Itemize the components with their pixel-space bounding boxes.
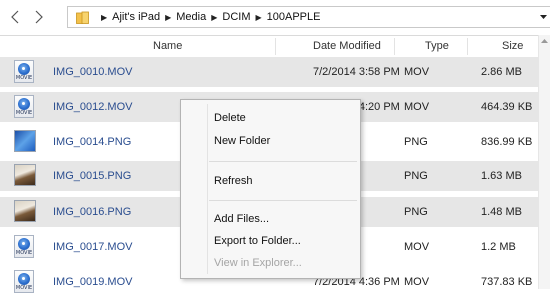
column-divider[interactable] xyxy=(394,38,395,55)
forward-button[interactable] xyxy=(30,8,48,26)
column-header: Name Date Modified Type Size xyxy=(0,35,538,58)
file-type: PNG xyxy=(404,170,428,182)
file-size: 464.39 KB xyxy=(481,101,533,113)
menu-gutter xyxy=(207,104,208,274)
toolbar: ▶ Ajit's iPad ▶ Media ▶ DCIM ▶ 100APPLE xyxy=(0,0,550,34)
menu-item-view-in-explorer: View in Explorer... xyxy=(214,257,302,269)
movie-file-icon: MOVIE xyxy=(14,60,36,84)
breadcrumb-item[interactable]: DCIM xyxy=(222,11,250,23)
context-menu: Delete New Folder Refresh Add Files... E… xyxy=(180,99,361,279)
menu-item-add-files[interactable]: Add Files... xyxy=(214,210,354,228)
scroll-up-icon[interactable] xyxy=(541,38,548,44)
file-size: 836.99 KB xyxy=(481,136,533,148)
breadcrumb-arrow-icon: ▶ xyxy=(165,12,172,22)
menu-item-export[interactable]: Export to Folder... xyxy=(214,232,354,250)
column-divider[interactable] xyxy=(467,38,468,55)
menu-item-delete[interactable]: Delete xyxy=(214,109,354,127)
breadcrumb-item[interactable]: 100APPLE xyxy=(267,11,321,23)
chevron-right-icon xyxy=(35,10,43,24)
file-size: 2.86 MB xyxy=(481,66,522,78)
file-name: IMG_0012.MOV xyxy=(53,101,133,113)
column-divider[interactable] xyxy=(275,38,276,55)
breadcrumb-item[interactable]: Ajit's iPad xyxy=(112,11,160,23)
folder-icon xyxy=(76,11,89,24)
movie-file-icon: MOVIE xyxy=(14,235,36,259)
file-size: 1.63 MB xyxy=(481,170,522,182)
breadcrumb[interactable]: ▶ Ajit's iPad ▶ Media ▶ DCIM ▶ 100APPLE xyxy=(67,6,550,28)
file-name: IMG_0010.MOV xyxy=(53,66,133,78)
column-name-header[interactable]: Name xyxy=(153,36,182,57)
file-type: MOV xyxy=(404,241,430,253)
menu-separator xyxy=(209,200,357,201)
vertical-scrollbar[interactable] xyxy=(538,35,550,289)
file-name: IMG_0016.PNG xyxy=(53,206,132,218)
breadcrumb-item[interactable]: Media xyxy=(176,11,206,23)
breadcrumb-arrow-icon: ▶ xyxy=(101,12,108,22)
file-date: 7/2/2014 3:58 PM xyxy=(313,66,400,78)
file-type: MOV xyxy=(404,101,430,113)
file-size: 1.48 MB xyxy=(481,206,522,218)
file-type: MOV xyxy=(404,66,430,78)
column-date-header[interactable]: Date Modified xyxy=(313,36,381,57)
file-name: IMG_0015.PNG xyxy=(53,170,132,182)
image-thumbnail-icon xyxy=(14,130,36,154)
menu-separator xyxy=(209,161,357,162)
dropdown-arrow-icon[interactable] xyxy=(539,13,548,21)
file-name: IMG_0017.MOV xyxy=(53,241,133,253)
file-type: PNG xyxy=(404,206,428,218)
movie-file-icon: MOVIE xyxy=(14,270,36,294)
file-type: MOV xyxy=(404,276,430,288)
file-name: IMG_0019.MOV xyxy=(53,276,133,288)
image-thumbnail-icon xyxy=(14,164,36,188)
image-thumbnail-icon xyxy=(14,200,36,224)
file-type: PNG xyxy=(404,136,428,148)
file-row[interactable]: MOVIE IMG_0010.MOV 7/2/2014 3:58 PM MOV 2.86… xyxy=(0,57,538,87)
breadcrumb-arrow-icon: ▶ xyxy=(211,12,218,22)
file-name: IMG_0014.PNG xyxy=(53,136,132,148)
menu-item-new-folder[interactable]: New Folder xyxy=(214,132,354,150)
column-size-header[interactable]: Size xyxy=(502,36,523,57)
breadcrumb-arrow-icon: ▶ xyxy=(255,12,262,22)
file-size: 1.2 MB xyxy=(481,241,516,253)
menu-item-refresh[interactable]: Refresh xyxy=(214,172,354,190)
file-size: 737.83 KB xyxy=(481,276,533,288)
column-type-header[interactable]: Type xyxy=(425,36,449,57)
movie-file-icon: MOVIE xyxy=(14,95,36,119)
back-button[interactable] xyxy=(6,8,24,26)
chevron-left-icon xyxy=(11,10,19,24)
